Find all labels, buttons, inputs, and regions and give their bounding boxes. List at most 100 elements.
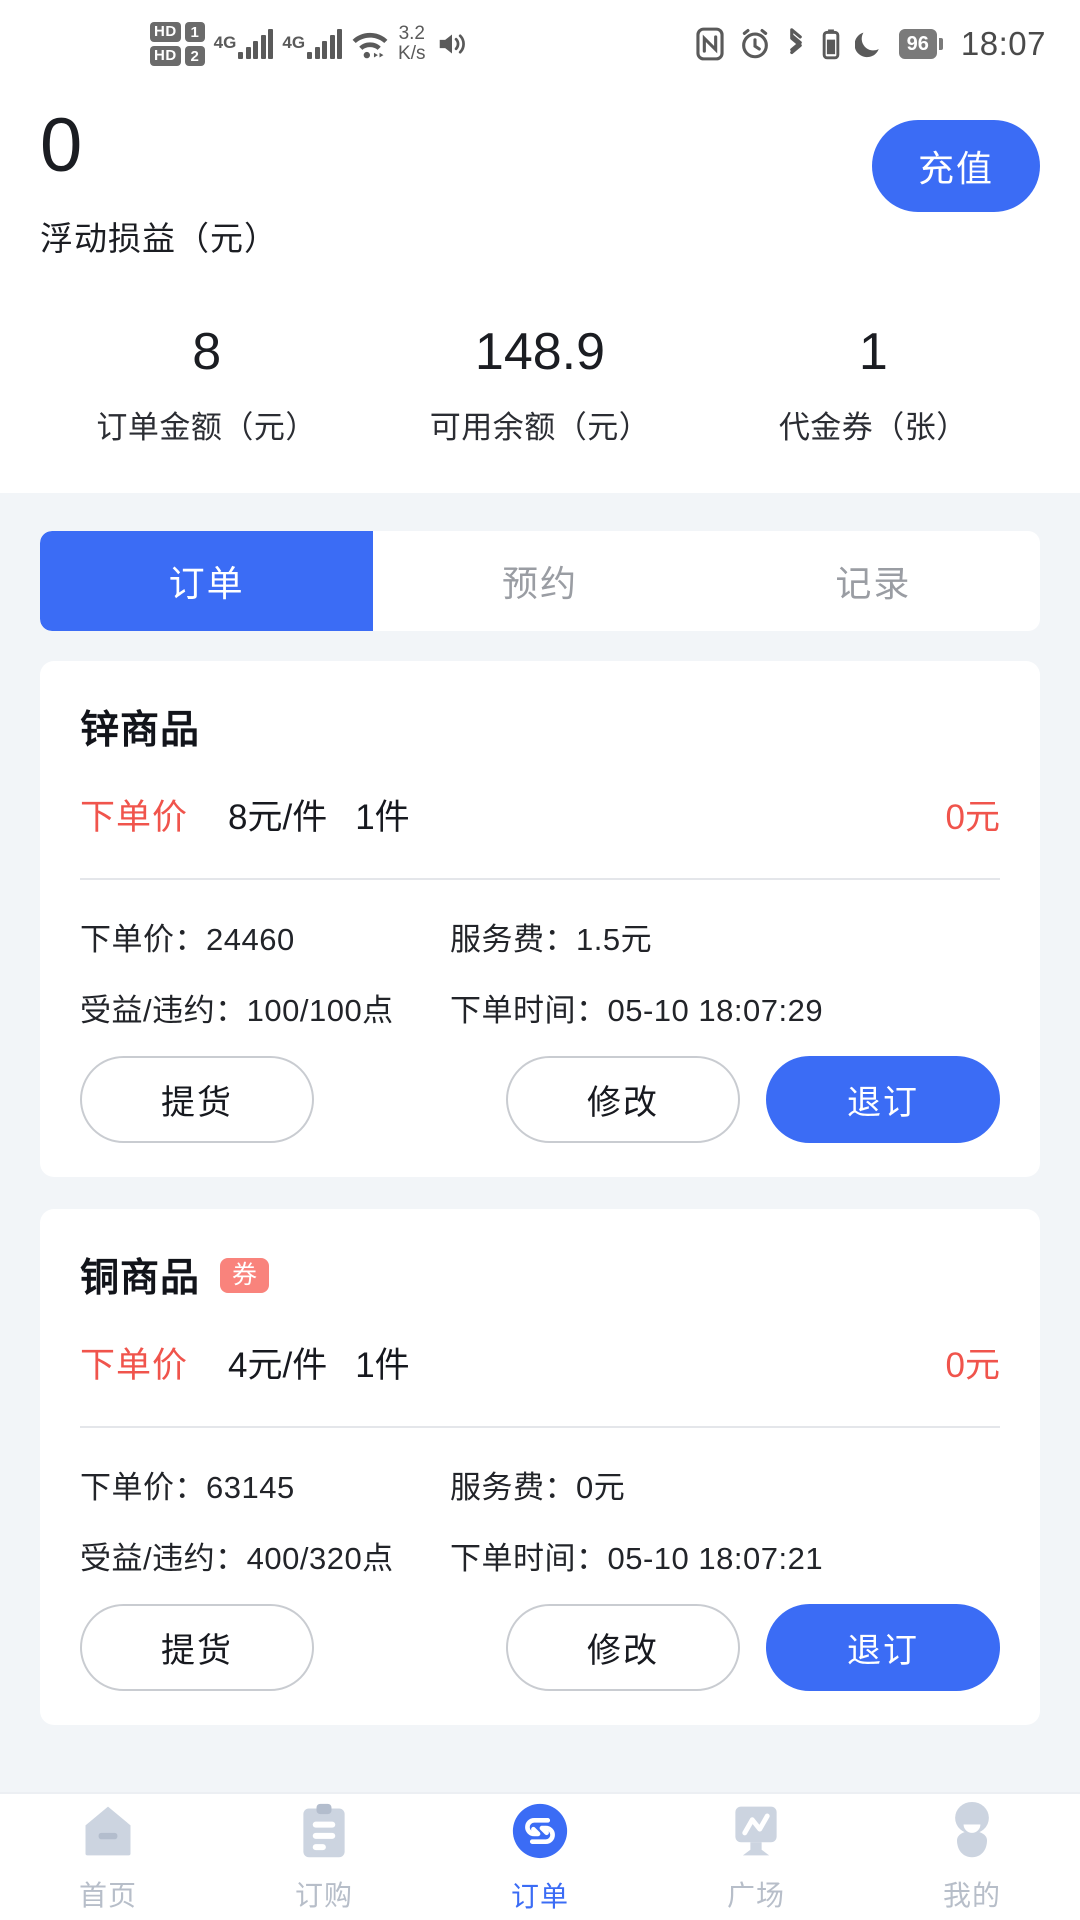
order-title-row: 铜商品 券 xyxy=(80,1247,1000,1303)
order-price-tag: 下单价 xyxy=(80,798,189,837)
nav-item-profile[interactable]: 我的 xyxy=(864,1801,1080,1914)
order-time-label: 下单时间： xyxy=(450,993,608,1028)
stat-label: 代金券（张） xyxy=(778,410,968,445)
tabs-container: 订单 预约 记录 xyxy=(0,493,1080,631)
hd-dual-sim-icon: HD 1 HD 2 xyxy=(150,22,205,66)
pnl-block: 0 浮动损益（元） xyxy=(40,108,278,260)
bottom-navigation: 首页 订购 订单 广场 我的 xyxy=(0,1792,1080,1920)
order-detail-price-label: 下单价： xyxy=(80,1470,206,1505)
order-price-row: 下单价 4元/件 1件 0元 xyxy=(80,1337,1000,1388)
pickup-button[interactable]: 提货 xyxy=(80,1604,314,1691)
card-divider xyxy=(80,1426,1000,1428)
tab-orders[interactable]: 订单 xyxy=(40,531,374,631)
stat-value: 8 xyxy=(192,323,222,381)
bluetooth-icon xyxy=(785,27,807,61)
order-quantity: 1件 xyxy=(355,1346,410,1385)
order-fee-label: 服务费： xyxy=(450,1470,576,1505)
tab-reservations[interactable]: 预约 xyxy=(373,531,706,631)
signal-4g-icon-2: 4G xyxy=(282,29,343,59)
modify-button[interactable]: 修改 xyxy=(506,1604,740,1691)
hd2-label: HD xyxy=(150,46,181,66)
nfc-icon xyxy=(695,27,725,61)
nav-label: 订购 xyxy=(294,1879,353,1911)
nav-item-square[interactable]: 广场 xyxy=(648,1801,864,1914)
dnd-moon-icon xyxy=(854,28,885,60)
order-card[interactable]: 锌商品 下单价 8元/件 1件 0元 下单价：24460 服务费：1.5元 受益… xyxy=(40,661,1040,1177)
status-time: 18:07 xyxy=(960,25,1046,62)
order-time-value: 05-10 18:07:29 xyxy=(607,993,824,1028)
stat-order-amount: 8 订单金额（元） xyxy=(40,326,373,447)
tab-bar: 订单 预约 记录 xyxy=(40,531,1040,631)
stat-value: 148.9 xyxy=(474,323,606,381)
speed-value: 3.2 xyxy=(398,23,425,44)
signal-bars-1 xyxy=(238,29,274,59)
order-detail-row-1: 下单价：63145 服务费：0元 xyxy=(80,1462,1000,1507)
net2-label: 4G xyxy=(282,33,306,52)
order-detail-price-value: 63145 xyxy=(206,1470,295,1505)
stat-vouchers: 1 代金券（张） xyxy=(707,326,1040,447)
nav-label: 广场 xyxy=(726,1879,785,1911)
stat-available-balance: 148.9 可用余额（元） xyxy=(373,326,706,447)
hd1-label: HD xyxy=(150,22,181,42)
order-time-label: 下单时间： xyxy=(450,1541,608,1576)
order-title-row: 锌商品 xyxy=(80,699,1000,755)
order-profit: 受益/违约：100/100点 xyxy=(80,985,450,1030)
order-price-tag: 下单价 xyxy=(80,1346,189,1385)
coupon-badge: 券 xyxy=(220,1257,270,1293)
order-fee-label: 服务费： xyxy=(450,922,576,957)
person-icon xyxy=(944,1801,1000,1866)
sim1-label: 1 xyxy=(184,22,205,42)
wifi-icon xyxy=(351,28,389,60)
order-fee: 服务费：1.5元 xyxy=(450,914,1000,959)
order-profit-label: 受益/违约： xyxy=(80,993,247,1028)
order-title: 铜商品 xyxy=(80,1257,201,1300)
battery-percent: 96 xyxy=(898,29,937,59)
nav-item-home[interactable]: 首页 xyxy=(0,1801,216,1914)
card-divider xyxy=(80,878,1000,880)
pnl-value: 0 xyxy=(40,103,84,188)
alarm-icon xyxy=(739,27,771,61)
order-profit-value: 400/320点 xyxy=(246,1541,394,1576)
modify-button[interactable]: 修改 xyxy=(506,1056,740,1143)
order-detail-row-2: 受益/违约：100/100点 下单时间：05-10 18:07:29 xyxy=(80,985,1000,1030)
cancel-order-button[interactable]: 退订 xyxy=(766,1604,1000,1691)
order-price-row: 下单价 8元/件 1件 0元 xyxy=(80,789,1000,840)
pnl-label: 浮动损益（元） xyxy=(40,220,278,257)
chart-icon xyxy=(726,1801,786,1866)
tab-records[interactable]: 记录 xyxy=(707,531,1040,631)
sim2-label: 2 xyxy=(184,46,205,66)
nav-item-orders[interactable]: 订单 xyxy=(432,1800,648,1915)
order-detail-price-value: 24460 xyxy=(206,922,295,957)
stat-label: 订单金额（元） xyxy=(96,410,317,445)
order-title: 锌商品 xyxy=(80,709,201,752)
order-detail-price: 下单价：24460 xyxy=(80,914,450,959)
signal-bars-2 xyxy=(307,29,343,59)
order-list: 锌商品 下单价 8元/件 1件 0元 下单价：24460 服务费：1.5元 受益… xyxy=(0,631,1080,1725)
order-total: 0元 xyxy=(945,1346,1000,1385)
nav-label: 我的 xyxy=(942,1879,1001,1911)
speed-unit: K/s xyxy=(398,43,426,64)
home-icon xyxy=(77,1801,139,1866)
cancel-order-button[interactable]: 退订 xyxy=(766,1056,1000,1143)
order-card[interactable]: 铜商品 券 下单价 4元/件 1件 0元 下单价：63145 服务费：0元 受益… xyxy=(40,1209,1040,1725)
account-summary-header: 0 浮动损益（元） 充值 8 订单金额（元） 148.9 可用余额（元） 1 代… xyxy=(0,88,1080,493)
order-detail-price: 下单价：63145 xyxy=(80,1462,450,1507)
swap-arrows-icon xyxy=(509,1800,571,1867)
clipboard-icon xyxy=(295,1801,353,1866)
recharge-button[interactable]: 充值 xyxy=(871,120,1040,212)
pickup-button[interactable]: 提货 xyxy=(80,1056,314,1143)
order-time: 下单时间：05-10 18:07:21 xyxy=(450,1533,1000,1578)
nav-item-purchase[interactable]: 订购 xyxy=(216,1801,432,1914)
order-quantity: 1件 xyxy=(355,798,410,837)
order-total: 0元 xyxy=(945,798,1000,837)
stat-value: 1 xyxy=(858,323,888,381)
order-time-value: 05-10 18:07:21 xyxy=(607,1541,824,1576)
order-fee: 服务费：0元 xyxy=(450,1462,1000,1507)
order-unit-price: 8元/件 xyxy=(228,798,328,837)
order-actions: 提货 修改 退订 xyxy=(80,1604,1000,1691)
order-profit: 受益/违约：400/320点 xyxy=(80,1533,450,1578)
order-detail-row-1: 下单价：24460 服务费：1.5元 xyxy=(80,914,1000,959)
nav-label: 订单 xyxy=(510,1880,569,1912)
order-detail-row-2: 受益/违约：400/320点 下单时间：05-10 18:07:21 xyxy=(80,1533,1000,1578)
bluetooth-battery-icon xyxy=(821,28,841,60)
